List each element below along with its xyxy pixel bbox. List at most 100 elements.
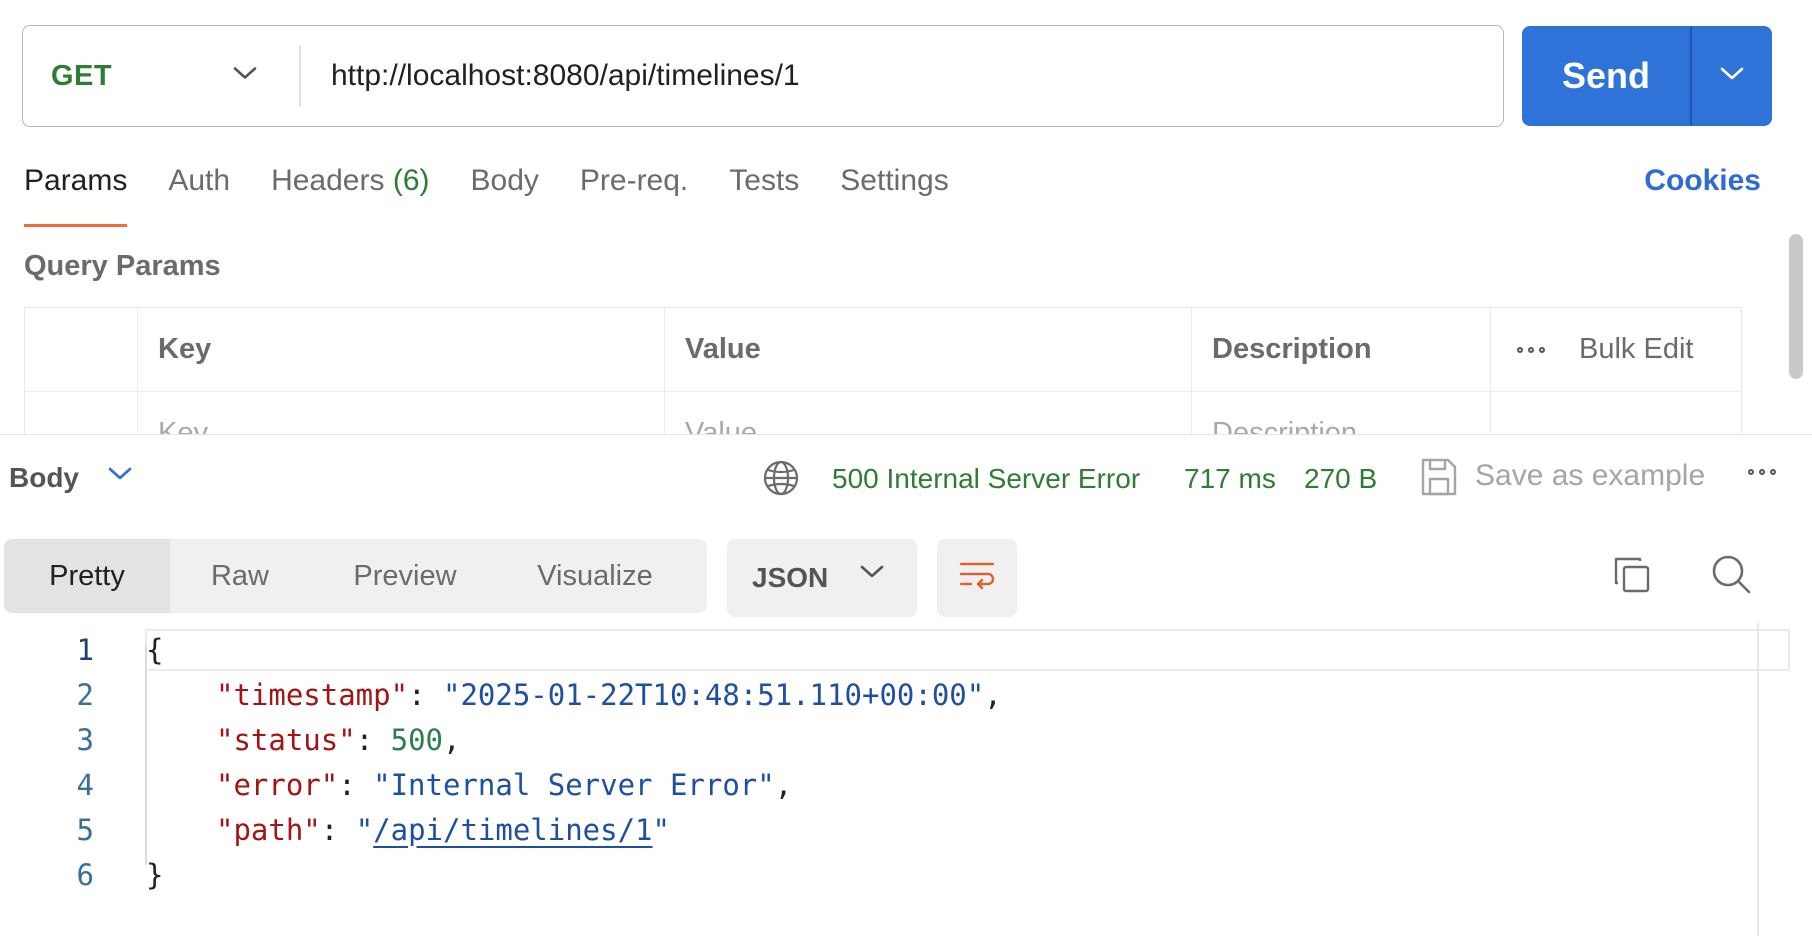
- code-line: 2 "timestamp": "2025-01-22T10:48:51.110+…: [0, 672, 1002, 717]
- chevron-down-icon: [1720, 67, 1744, 86]
- chevron-down-icon: [233, 67, 257, 86]
- response-time[interactable]: 717 ms: [1184, 463, 1276, 495]
- code-line: 5 "path": "/api/timelines/1": [0, 807, 670, 852]
- query-params-title: Query Params: [24, 250, 221, 282]
- tab-label: Auth: [168, 164, 231, 197]
- response-code-editor[interactable]: 1 { 2 "timestamp": "2025-01-22T10:48:51.…: [0, 623, 1790, 936]
- json-quote: ": [355, 812, 374, 847]
- tab-tests[interactable]: Tests: [729, 164, 799, 224]
- response-header: Body 500 Internal Server Error 717 ms 27…: [0, 435, 1812, 521]
- json-quote: ": [652, 812, 670, 847]
- more-dots-icon[interactable]: [1517, 346, 1545, 353]
- response-panel: Body 500 Internal Server Error 717 ms 27…: [0, 434, 1812, 936]
- search-icon[interactable]: [1710, 553, 1752, 600]
- wrap-lines-icon: [958, 559, 996, 598]
- format-label: JSON: [752, 562, 829, 593]
- request-bar: GET: [22, 25, 1504, 127]
- globe-icon[interactable]: [762, 459, 800, 502]
- column-header-value: Value: [665, 308, 1192, 391]
- active-line-highlight: [145, 629, 1790, 671]
- tab-label: Params: [24, 164, 128, 197]
- response-view-tabs: Pretty Raw Preview Visualize: [4, 539, 707, 613]
- table-row: Key Value Description: [25, 392, 1741, 435]
- code-line: 6 }: [0, 852, 164, 897]
- json-key: "timestamp": [216, 677, 409, 712]
- tab-label: Tests: [729, 164, 800, 197]
- code-text: "error": "Internal Server Error",: [216, 767, 793, 802]
- row-checkbox-cell: [25, 392, 138, 435]
- tab-pre-request[interactable]: Pre-req.: [580, 164, 688, 224]
- punctuation: ,: [774, 767, 793, 802]
- code-line: 4 "error": "Internal Server Error",: [0, 762, 793, 807]
- tab-auth[interactable]: Auth: [168, 164, 230, 224]
- tab-label: Headers: [271, 164, 385, 197]
- code-text: "timestamp": "2025-01-22T10:48:51.110+00…: [216, 677, 1002, 712]
- tab-label: Body: [470, 164, 539, 197]
- response-size[interactable]: 270 B: [1304, 463, 1377, 495]
- status-code[interactable]: 500 Internal Server Error: [832, 463, 1140, 495]
- request-tabs: Params Auth Headers (6) Body Pre-req. Te…: [24, 164, 990, 228]
- cookies-link[interactable]: Cookies: [1644, 164, 1761, 198]
- line-number: 5: [76, 812, 94, 847]
- method-label: GET: [51, 59, 113, 92]
- save-icon[interactable]: [1420, 457, 1458, 502]
- tab-params[interactable]: Params: [24, 164, 128, 227]
- send-button-group: Send: [1522, 26, 1772, 126]
- send-options-button[interactable]: [1692, 26, 1773, 126]
- path-link[interactable]: /api/timelines/1: [373, 813, 652, 847]
- table-header-row: Key Value Description Bulk Edit: [25, 308, 1741, 392]
- query-params-table: Key Value Description Bulk Edit Key Valu…: [24, 307, 1742, 435]
- table-actions: Bulk Edit: [1491, 308, 1741, 391]
- row-actions-cell: [1491, 392, 1741, 435]
- tab-body[interactable]: Body: [471, 164, 539, 224]
- view-tab-visualize[interactable]: Visualize: [500, 539, 690, 613]
- method-selector[interactable]: GET: [23, 26, 299, 126]
- json-key: "status": [216, 722, 356, 757]
- code-line: 1 {: [0, 627, 164, 672]
- punctuation: ,: [984, 677, 1002, 712]
- checkbox-column-header: [25, 308, 138, 391]
- json-key: "error": [216, 767, 339, 802]
- value-input[interactable]: Value: [665, 392, 1192, 435]
- description-input[interactable]: Description: [1192, 392, 1491, 435]
- line-number: 1: [76, 632, 94, 667]
- url-input[interactable]: [301, 26, 1503, 126]
- wrap-lines-button[interactable]: [937, 539, 1017, 617]
- line-number: 3: [76, 722, 94, 757]
- key-input[interactable]: Key: [138, 392, 665, 435]
- tab-label: Settings: [840, 164, 949, 197]
- request-scrollbar[interactable]: [1789, 234, 1803, 379]
- chevron-down-icon[interactable]: [108, 467, 132, 486]
- code-text: }: [146, 857, 164, 892]
- json-string: "2025-01-22T10:48:51.110+00:00": [442, 677, 985, 712]
- save-as-example-button[interactable]: Save as example: [1475, 459, 1705, 493]
- editor-scrollbar[interactable]: [1757, 623, 1759, 936]
- send-button[interactable]: Send: [1522, 26, 1690, 126]
- json-string: "Internal Server Error": [373, 767, 775, 802]
- json-number: 500: [390, 722, 443, 757]
- json-key: "path": [216, 812, 321, 847]
- tab-label: Pre-req.: [579, 164, 689, 197]
- copy-icon[interactable]: [1612, 555, 1652, 600]
- view-tab-preview[interactable]: Preview: [310, 539, 500, 613]
- line-number: 2: [76, 677, 94, 712]
- view-tab-raw[interactable]: Raw: [170, 539, 310, 613]
- tab-settings[interactable]: Settings: [840, 164, 948, 224]
- response-body-label[interactable]: Body: [9, 462, 79, 494]
- punctuation: ,: [443, 722, 461, 757]
- headers-count: (6): [392, 164, 430, 197]
- code-text: "status": 500,: [216, 722, 461, 757]
- format-selector[interactable]: JSON: [727, 539, 917, 617]
- code-text: {: [146, 632, 164, 667]
- code-line: 3 "status": 500,: [0, 717, 461, 762]
- view-tab-pretty[interactable]: Pretty: [4, 539, 170, 613]
- line-number: 4: [76, 767, 94, 802]
- tab-headers[interactable]: Headers (6): [271, 164, 429, 224]
- column-header-description: Description: [1192, 308, 1491, 391]
- chevron-down-icon: [860, 565, 884, 584]
- column-header-key: Key: [138, 308, 665, 391]
- line-number: 6: [76, 857, 94, 892]
- bulk-edit-button[interactable]: Bulk Edit: [1579, 333, 1693, 366]
- more-dots-icon[interactable]: [1748, 469, 1776, 475]
- code-text: "path": "/api/timelines/1": [216, 812, 670, 847]
